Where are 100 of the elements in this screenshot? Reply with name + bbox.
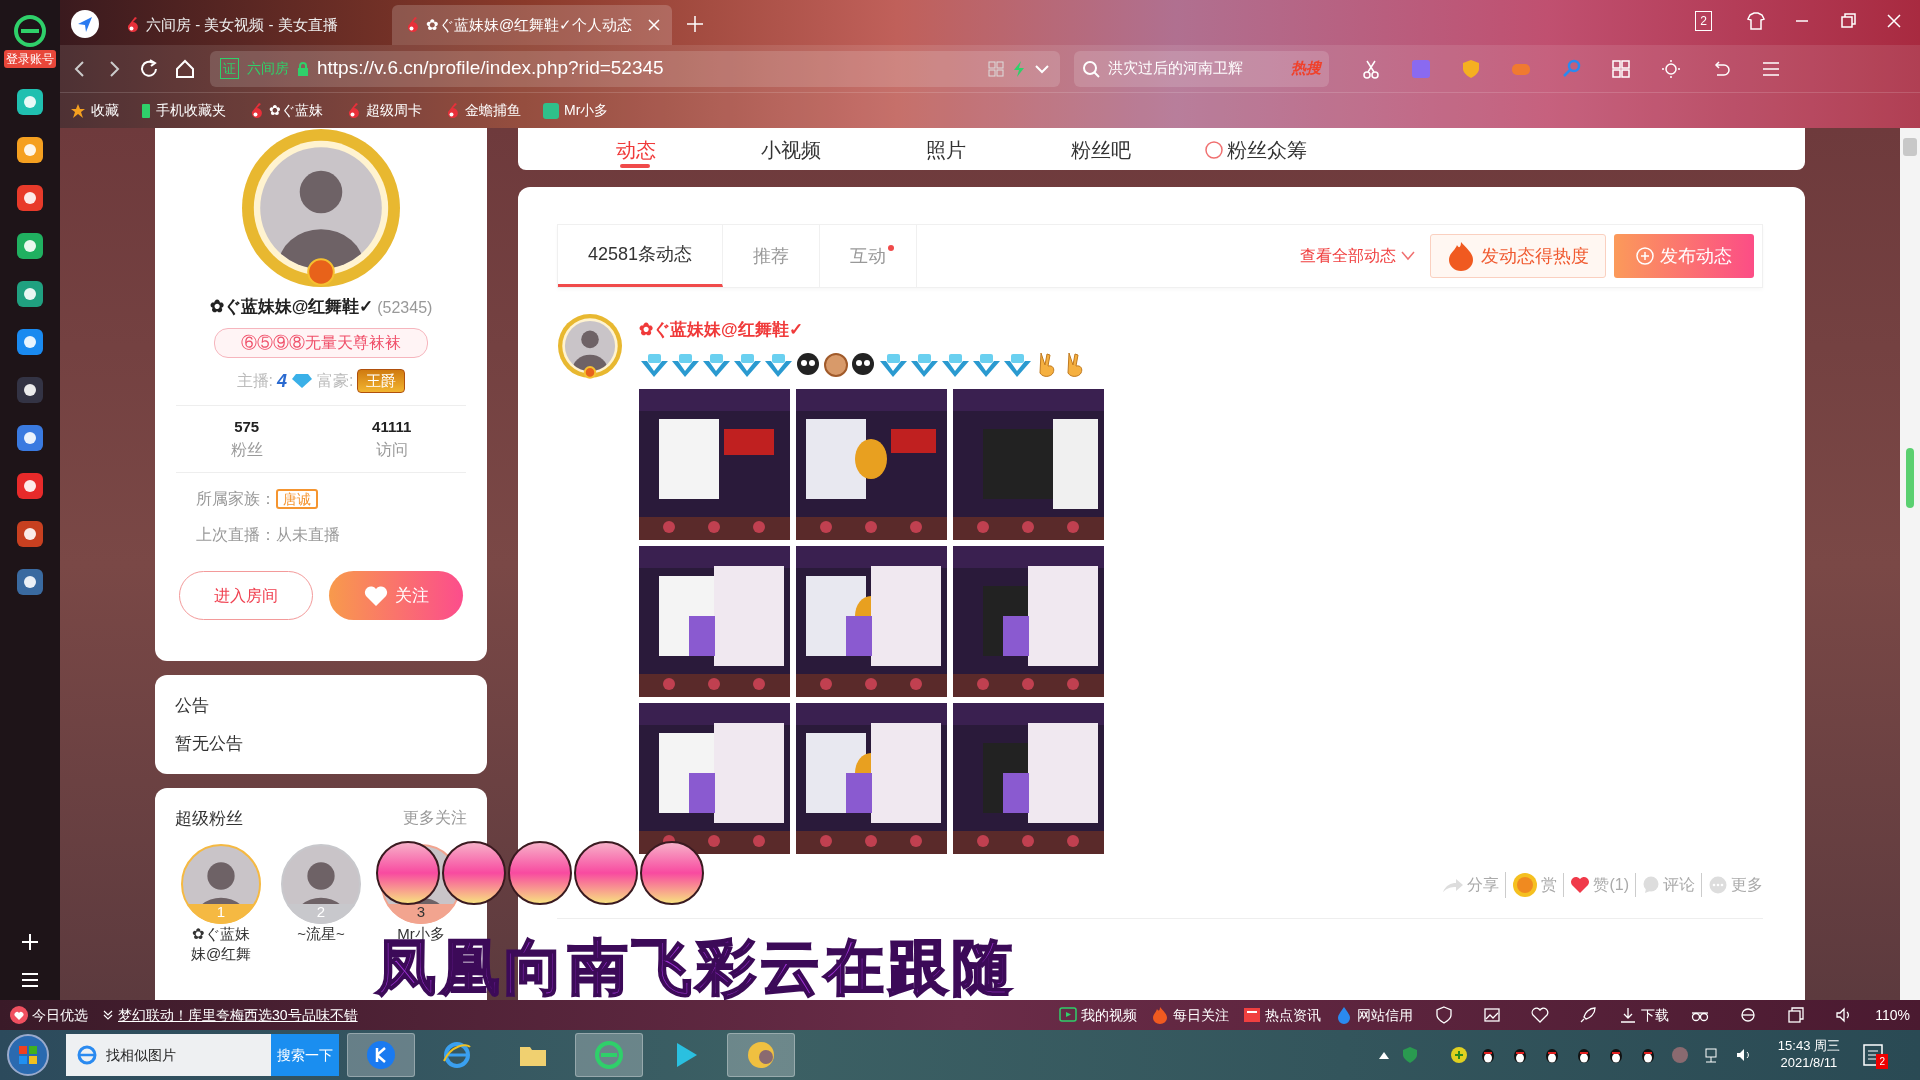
download-icon	[1619, 1006, 1638, 1024]
news-link[interactable]: 梦幻联动！库里夸梅西选30号品味不错	[118, 1004, 358, 1026]
bookmark[interactable]: Mr小多	[543, 100, 609, 121]
user-id: (52345)	[377, 297, 433, 318]
k-app-icon[interactable]	[365, 1039, 397, 1071]
more-icon	[1708, 875, 1728, 894]
rank-number: 3	[415, 902, 427, 922]
news-icon	[1243, 1006, 1262, 1024]
taskbar-search-field[interactable]: 找相似图片	[66, 1034, 271, 1076]
feed-tab[interactable]: 42581条动态	[558, 225, 724, 287]
window-count[interactable]: 2	[1695, 11, 1712, 31]
app-icon[interactable]	[16, 376, 44, 404]
video-icon	[1059, 1006, 1078, 1024]
author-name[interactable]: ✿ぐ蓝妹妹@红舞鞋✓	[639, 317, 1763, 343]
image-icon[interactable]	[1483, 1006, 1502, 1024]
skin-icon[interactable]	[1746, 11, 1766, 31]
menu-icon[interactable]	[21, 972, 39, 988]
fan-name[interactable]: ~流星~	[285, 923, 357, 944]
address-bar[interactable]: 证 六间房 https://v.6.cn/profile/index.php?rid=52345	[210, 50, 1060, 87]
nav-tab[interactable]: 动态	[558, 139, 713, 170]
home-icon[interactable]	[174, 57, 196, 80]
anchor-level: 4	[277, 369, 287, 393]
bookmark[interactable]: 收藏	[70, 100, 119, 121]
status-link[interactable]: 下载	[1619, 1004, 1670, 1026]
caret-up-icon[interactable]	[1377, 1050, 1390, 1060]
rich-label: 富豪:	[317, 371, 354, 391]
profile-name: ✿ぐ蓝妹妹@红舞鞋✓	[209, 296, 374, 318]
rocket-icon[interactable]	[1579, 1006, 1598, 1024]
heart-icon[interactable]	[1531, 1006, 1550, 1024]
nav-tab[interactable]: 照片	[868, 139, 1023, 170]
reload-icon[interactable]	[138, 57, 160, 80]
restore-icon[interactable]	[1838, 11, 1858, 31]
brightness-icon[interactable]	[1661, 58, 1681, 79]
diamond-icon	[291, 373, 313, 389]
notification-count: 2	[1876, 1054, 1888, 1069]
start-button[interactable]	[6, 1033, 50, 1077]
rank-number: 1	[215, 902, 227, 922]
anchor-label: 主播:	[236, 371, 273, 391]
reward-coin-icon	[1512, 871, 1539, 898]
phone-icon	[141, 102, 151, 119]
scissors-icon[interactable]	[1361, 58, 1381, 79]
enter-room-button[interactable]: 进入房间	[179, 571, 313, 620]
status-link[interactable]: 热点资讯	[1243, 1004, 1322, 1026]
bookmark[interactable]: 超级周卡	[345, 100, 422, 121]
bookmark[interactable]: 金蟾捕鱼	[444, 100, 521, 121]
app-icon	[543, 102, 559, 119]
search-field[interactable]: 洪灾过后的河南卫辉	[1106, 56, 1256, 81]
status-link[interactable]: 每日关注	[1151, 1004, 1230, 1026]
fire-icon	[1447, 241, 1475, 271]
nav-tab[interactable]: 粉丝吧	[1023, 139, 1178, 170]
login-label[interactable]: 登录账号	[4, 50, 56, 68]
notification-icon[interactable]	[1862, 1043, 1884, 1067]
fire-icon	[1151, 1006, 1170, 1024]
shield-icon[interactable]	[1435, 1006, 1454, 1024]
browser-tab[interactable]: 六间房 - 美女视频 - 美女直播	[112, 5, 392, 45]
avatar[interactable]	[745, 1039, 777, 1071]
view-all-dropdown[interactable]: 查看全部动态	[1294, 243, 1422, 269]
family-label: 所属家族：	[196, 490, 276, 507]
notice-title: 公告	[175, 695, 210, 717]
stat-value: 575	[233, 416, 261, 437]
browser-logo-icon	[13, 14, 47, 48]
clock-text[interactable]: 15:43 周三 2021/8/11	[1777, 1038, 1840, 1072]
nav-tab[interactable]: 小视频	[713, 139, 868, 170]
coin-icon	[823, 350, 849, 379]
today-picks-link[interactable]: 今日优选	[32, 1004, 88, 1026]
new-tab-icon[interactable]	[686, 15, 704, 33]
ie-icon	[76, 1044, 98, 1066]
navigation-icon[interactable]	[70, 9, 100, 39]
avatar	[557, 313, 623, 379]
status-link[interactable]: 网站信用	[1335, 1004, 1414, 1026]
bookmark[interactable]: ✿ぐ蓝妹	[248, 100, 323, 121]
scrollbar[interactable]	[1900, 128, 1920, 1000]
rank-badge: 王爵	[357, 368, 406, 394]
status-link[interactable]: 我的视频	[1059, 1004, 1138, 1026]
heart-icon	[363, 584, 389, 607]
signature-bubble: ⑥⑤⑨⑧无量天尊袜袜	[214, 327, 428, 358]
stat-label: 访问	[374, 440, 409, 460]
close-icon[interactable]	[648, 19, 660, 31]
bookmark[interactable]: 手机收藏夹	[141, 100, 226, 121]
browser-tab[interactable]: ✿ぐ蓝妹妹@红舞鞋✓个人动态	[392, 5, 672, 45]
stat-value: 41111	[372, 416, 412, 437]
app-icon[interactable]	[16, 472, 44, 500]
notice-text: 暂无公告	[175, 732, 244, 755]
url-text: https://v.6.cn/profile/index.php?rid=52345	[317, 56, 664, 81]
ie-icon[interactable]	[441, 1039, 473, 1071]
heart-icon	[1570, 875, 1591, 894]
share-icon	[1442, 876, 1465, 893]
site-name: 六间房	[247, 59, 289, 78]
zoom-level[interactable]: 110%	[1875, 1004, 1910, 1026]
nav-tab[interactable]: 粉丝众筹	[1178, 139, 1333, 170]
stat-label: 粉丝	[230, 440, 263, 460]
browser-icon[interactable]	[1739, 1006, 1758, 1024]
family-badge: 唐诚	[276, 489, 318, 509]
lock-icon	[297, 61, 309, 76]
fan-name[interactable]: ✿ぐ蓝妹妹@红舞	[185, 923, 257, 964]
add-icon[interactable]	[20, 932, 40, 952]
grid-icon[interactable]	[1611, 58, 1631, 79]
plus-circle-icon[interactable]	[1449, 1046, 1468, 1064]
window-icon[interactable]	[1787, 1006, 1806, 1024]
chevron-down-icon	[1400, 250, 1416, 262]
